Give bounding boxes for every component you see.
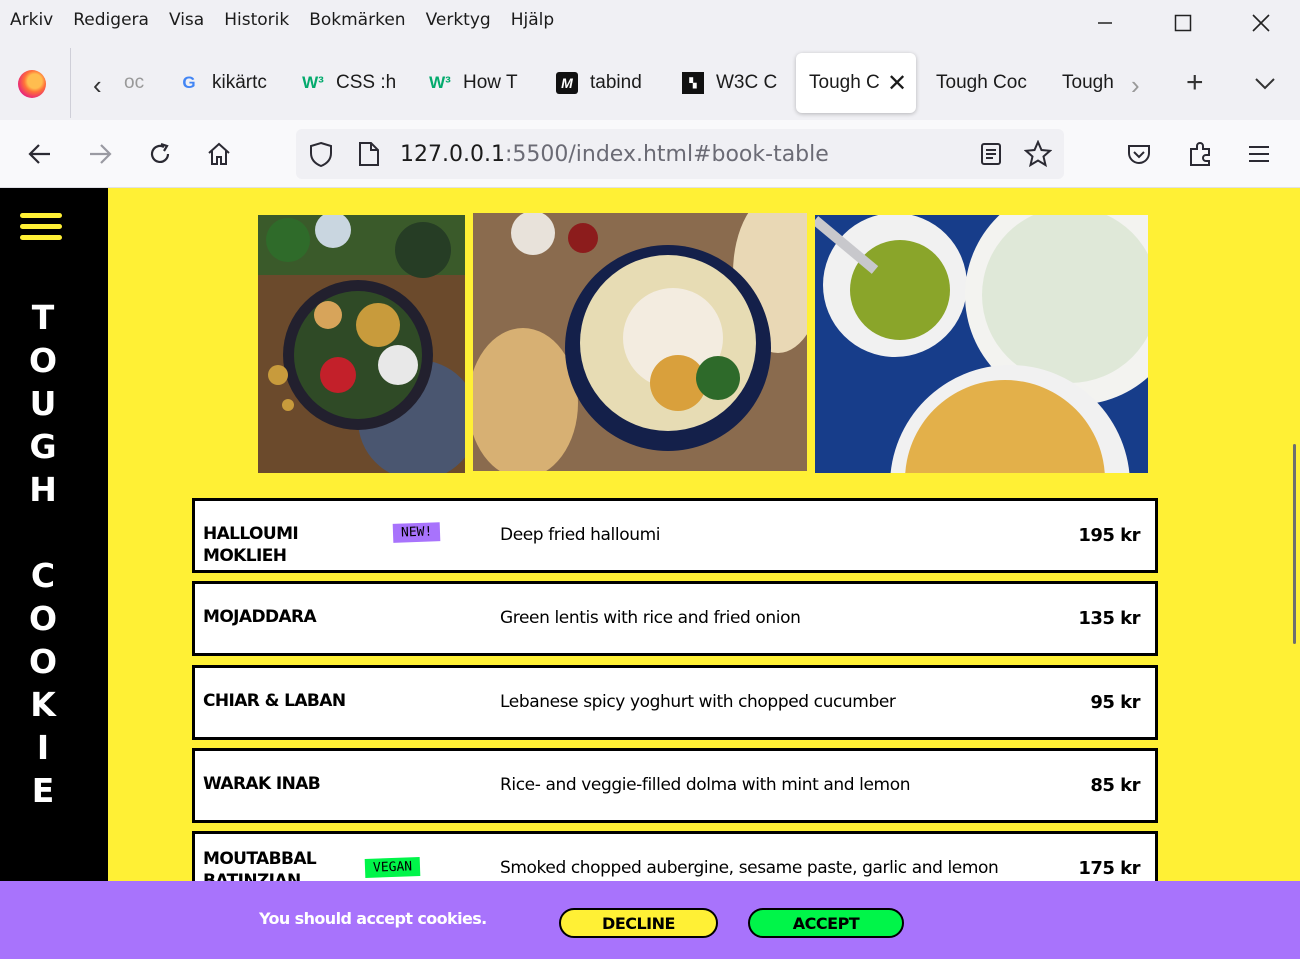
tab-label: Tough [1062, 72, 1114, 93]
list-all-tabs-icon[interactable] [1255, 66, 1275, 97]
tab-7-active[interactable]: Tough C ✕ [796, 53, 916, 113]
tab-6[interactable]: ▚ W3C C [682, 53, 778, 113]
tab-5[interactable]: M tabind [556, 53, 652, 113]
dish-description: Deep fried halloumi [500, 525, 661, 545]
minimize-button[interactable] [1066, 0, 1144, 46]
new-tab-icon[interactable]: + [1186, 66, 1204, 100]
tab-label: Tough Coc [936, 72, 1027, 93]
w3c-icon: ▚ [682, 72, 704, 94]
back-icon[interactable] [24, 138, 56, 170]
menu-arkiv[interactable]: Arkiv [10, 10, 53, 30]
menu-hjalp[interactable]: Hjälp [511, 10, 554, 30]
medium-icon: M [556, 72, 578, 94]
dish-name: CHIAR & LABAN [203, 691, 346, 711]
menu-verktyg[interactable]: Verktyg [426, 10, 491, 30]
tab-label: Tough C [809, 72, 879, 93]
home-icon[interactable] [203, 138, 235, 170]
tab-separator [70, 48, 71, 118]
site-logo[interactable]: TOUGH COOKIE [22, 296, 64, 812]
shield-icon[interactable] [308, 141, 334, 172]
cookie-message: You should accept cookies. [259, 909, 487, 928]
menu-redigera[interactable]: Redigera [73, 10, 149, 30]
menu-row[interactable]: MOJADDARA Green lentis with rice and fri… [192, 581, 1158, 656]
reload-icon[interactable] [144, 138, 176, 170]
dish-name: WARAK INAB [203, 774, 321, 794]
maximize-button[interactable] [1144, 0, 1222, 46]
hamburger-icon[interactable] [20, 213, 62, 246]
menu-historik[interactable]: Historik [224, 10, 289, 30]
food-photo-hummus [473, 213, 807, 471]
url-text[interactable]: 127.0.0.1:5500/index.html#book-table [400, 142, 829, 167]
sidebar: TOUGH COOKIE [0, 188, 108, 959]
tab-3[interactable]: W³ CSS :h [302, 53, 398, 113]
dish-price: 195 kr [1078, 525, 1140, 546]
tab-9[interactable]: Tough [1062, 53, 1118, 113]
google-icon: G [182, 73, 196, 92]
url-host: 127.0.0.1 [400, 142, 505, 167]
dish-price: 95 kr [1090, 692, 1140, 713]
dish-description: Smoked chopped aubergine, sesame paste, … [500, 858, 999, 878]
bookmark-star-icon[interactable] [1023, 139, 1053, 173]
dish-description: Rice- and veggie-filled dolma with mint … [500, 775, 911, 795]
url-bar[interactable]: 127.0.0.1:5500/index.html#book-table [296, 129, 1064, 179]
food-photo-dips [815, 215, 1148, 473]
window-controls [1066, 0, 1300, 46]
vegan-badge: VEGAN [364, 857, 421, 878]
reader-view-icon[interactable] [980, 142, 1002, 171]
tab-2[interactable]: G kikärtc [178, 53, 274, 113]
forward-icon[interactable] [84, 138, 116, 170]
tab-label: oc [124, 72, 145, 93]
close-tab-icon[interactable]: ✕ [887, 69, 907, 98]
tab-1[interactable]: oc [124, 53, 152, 113]
dish-description: Green lentis with rice and fried onion [500, 608, 801, 628]
menu-visa[interactable]: Visa [169, 10, 204, 30]
dish-price: 175 kr [1078, 858, 1140, 879]
menu-bokmarken[interactable]: Bokmärken [309, 10, 405, 30]
tab-label: kikärtc [212, 72, 267, 93]
tab-4[interactable]: W³ How T [429, 53, 525, 113]
menu-row[interactable]: HALLOUMI MOKLIEH NEW! Deep fried halloum… [192, 498, 1158, 573]
menu-row[interactable]: WARAK INAB Rice- and veggie-filled dolma… [192, 748, 1158, 823]
food-photo-salad [258, 215, 465, 473]
firefox-view-icon[interactable] [18, 70, 46, 98]
tab-8[interactable]: Tough Coc [936, 53, 1032, 113]
tabs-scroll-left-icon[interactable]: ‹ [93, 70, 102, 101]
close-window-button[interactable] [1222, 0, 1300, 46]
tab-label: W3C C [716, 72, 778, 93]
dish-price: 135 kr [1078, 608, 1140, 629]
page-scrollbar[interactable] [1293, 444, 1296, 644]
tab-strip: ‹ oc G kikärtc W³ CSS :h W³ How T M tabi… [0, 46, 1300, 120]
tab-label: CSS :h [336, 72, 397, 93]
new-badge: NEW! [392, 522, 441, 543]
accept-button[interactable]: ACCEPT [748, 908, 904, 938]
pocket-icon[interactable] [1123, 138, 1155, 170]
hamburger-menu-icon[interactable] [1243, 138, 1275, 170]
dish-description: Lebanese spicy yoghurt with chopped cucu… [500, 692, 896, 712]
cookie-banner: You should accept cookies. DECLINE ACCEP… [0, 881, 1300, 959]
decline-button[interactable]: DECLINE [559, 908, 718, 938]
menu-row[interactable]: CHIAR & LABAN Lebanese spicy yoghurt wit… [192, 665, 1158, 740]
dish-name: HALLOUMI MOKLIEH [203, 524, 299, 566]
page-icon[interactable] [358, 141, 380, 172]
tabs-scroll-right-icon[interactable]: › [1131, 70, 1140, 101]
nav-toolbar: 127.0.0.1:5500/index.html#book-table [0, 120, 1300, 188]
tab-label: How T [463, 72, 518, 93]
extensions-icon[interactable] [1184, 138, 1216, 170]
page-content: TOUGH COOKIE HALLOUMI MOKLIEH NEW! Deep … [0, 188, 1300, 959]
url-path: :5500/index.html#book-table [504, 142, 829, 167]
tab-label: tabind [590, 72, 642, 93]
dish-price: 85 kr [1090, 775, 1140, 796]
w3schools-icon: W³ [429, 73, 451, 92]
w3schools-icon: W³ [302, 73, 324, 92]
dish-name: MOJADDARA [203, 607, 317, 627]
